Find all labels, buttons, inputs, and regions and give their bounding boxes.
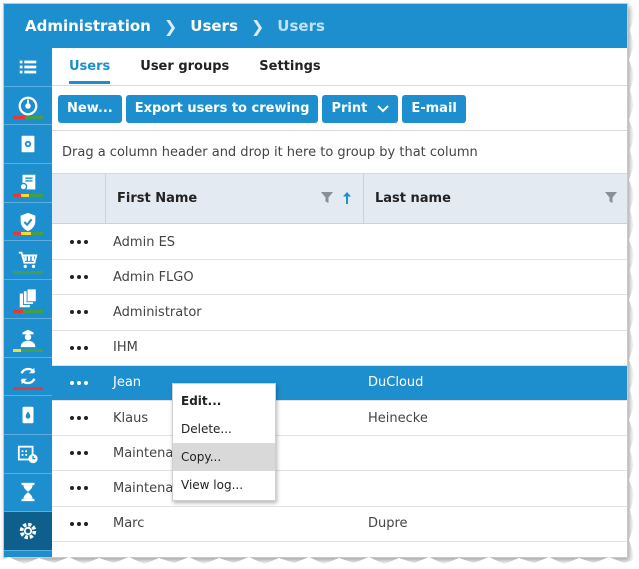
group-by-panel[interactable]: Drag a column header and drop it here to… <box>52 132 627 174</box>
row-menu-icon[interactable] <box>52 486 106 491</box>
breadcrumb-users-current: Users <box>277 17 325 35</box>
cell-last-name: Dupre <box>368 516 408 532</box>
row-menu-icon[interactable] <box>52 416 106 421</box>
row-context-menu: Edit... Delete... Copy... View log... <box>172 383 276 501</box>
breadcrumb: Administration ❯ Users ❯ Users <box>4 4 627 48</box>
sort-ascending-icon[interactable] <box>341 192 353 204</box>
cell-first-name: IHM <box>113 340 138 356</box>
row-menu-icon[interactable] <box>52 451 106 456</box>
tab-users[interactable]: Users <box>69 49 111 84</box>
chevron-right-icon: ❯ <box>250 16 265 36</box>
status-bar <box>13 232 43 236</box>
table-row[interactable]: Admin ES <box>52 225 627 261</box>
sync-icon <box>20 368 36 385</box>
grid-body: Admin ES Admin FLGO Administrator IHM Je… <box>52 225 627 542</box>
filter-icon[interactable] <box>605 192 617 204</box>
context-menu-view-log[interactable]: View log... <box>173 471 275 499</box>
column-header-first-name-label: First Name <box>117 191 198 206</box>
settings-doc-icon <box>21 135 35 153</box>
table-row[interactable]: Admin FLGO <box>52 260 627 296</box>
header-row-menu <box>52 174 106 223</box>
sidebar-item-crew[interactable] <box>4 319 52 358</box>
tab-user-groups[interactable]: User groups <box>140 49 229 84</box>
tab-bar: Users User groups Settings <box>52 48 627 86</box>
cell-first-name: Admin FLGO <box>113 269 194 285</box>
chevron-down-icon <box>377 104 390 112</box>
table-row[interactable]: Administrator <box>52 295 627 331</box>
sidebar-item-synchronization[interactable] <box>4 358 52 397</box>
torn-edge-right <box>629 0 639 569</box>
row-menu-icon[interactable] <box>52 310 106 315</box>
status-bar <box>13 309 43 313</box>
certificate-icon <box>19 174 36 191</box>
breadcrumb-users[interactable]: Users <box>190 17 238 35</box>
column-header-last-name-label: Last name <box>375 191 451 206</box>
breadcrumb-administration[interactable]: Administration <box>25 17 151 35</box>
cell-first-name: Marc <box>113 516 145 532</box>
list-icon <box>19 60 37 74</box>
table-row[interactable]: Maintena <box>52 471 627 507</box>
tab-settings[interactable]: Settings <box>259 49 320 84</box>
sidebar-item-dashboard[interactable] <box>4 87 52 126</box>
print-button[interactable]: Print <box>322 94 399 123</box>
sidebar-item-administration[interactable] <box>4 512 52 551</box>
status-bar <box>13 116 43 120</box>
table-row[interactable]: Klaus Heinecke <box>52 401 627 437</box>
cell-first-name: Administrator <box>113 304 202 320</box>
gauge-icon <box>18 96 38 115</box>
print-button-label: Print <box>331 101 368 116</box>
cell-last-name: Heinecke <box>368 410 428 426</box>
status-bar <box>13 348 43 352</box>
tank-icon <box>22 406 34 424</box>
calendar-clock-icon <box>17 445 38 463</box>
sidebar-item-history[interactable] <box>4 474 52 513</box>
torn-edge-bottom <box>0 557 639 569</box>
cell-first-name: Admin ES <box>113 234 176 250</box>
sidebar-item-planning[interactable] <box>4 435 52 474</box>
sidebar-item-tanks[interactable] <box>4 396 52 435</box>
row-menu-icon[interactable] <box>52 275 106 280</box>
sidebar-item-purchasing[interactable] <box>4 241 52 281</box>
column-header-last-name[interactable]: Last name <box>364 174 627 223</box>
sidebar-item-certificates[interactable] <box>4 164 52 203</box>
row-menu-icon[interactable] <box>52 380 106 385</box>
cart-icon <box>18 252 38 269</box>
table-row[interactable]: Marc Dupre <box>52 507 627 542</box>
group-by-hint: Drag a column header and drop it here to… <box>62 145 478 160</box>
row-menu-icon[interactable] <box>52 345 106 350</box>
sidebar-item-configuration[interactable] <box>4 125 52 165</box>
shield-check-icon <box>20 212 36 231</box>
filter-icon[interactable] <box>321 192 333 204</box>
status-bar <box>13 387 43 391</box>
documents-icon <box>19 288 37 308</box>
table-row[interactable]: Maintena <box>52 436 627 472</box>
sidebar-item-menu[interactable] <box>4 48 52 87</box>
toolbar: New... Export users to crewing Print E-m… <box>52 87 627 131</box>
table-row-selected[interactable]: Jean DuCloud <box>52 365 627 401</box>
status-bar <box>13 271 43 275</box>
row-menu-icon[interactable] <box>52 521 106 526</box>
hourglass-icon <box>21 483 35 502</box>
app-window: Administration ❯ Users ❯ Users Users Use… <box>3 3 628 558</box>
chevron-right-icon: ❯ <box>163 16 178 36</box>
row-menu-icon[interactable] <box>52 240 106 245</box>
cell-last-name: DuCloud <box>368 375 424 391</box>
grid-header: First Name Last name <box>52 174 627 224</box>
export-users-button[interactable]: Export users to crewing <box>125 94 319 123</box>
sidebar-item-documents[interactable] <box>4 280 52 319</box>
context-menu-copy[interactable]: Copy... <box>173 443 275 471</box>
email-button[interactable]: E-mail <box>402 94 466 123</box>
officer-icon <box>20 329 36 347</box>
new-button[interactable]: New... <box>58 94 122 123</box>
column-header-first-name[interactable]: First Name <box>106 174 364 223</box>
context-menu-edit[interactable]: Edit... <box>173 387 275 415</box>
status-bar <box>13 193 43 197</box>
sidebar-item-security[interactable] <box>4 203 52 242</box>
sidebar <box>4 48 52 557</box>
context-menu-delete[interactable]: Delete... <box>173 415 275 443</box>
gear-icon <box>19 522 37 540</box>
table-row[interactable]: IHM <box>52 331 627 366</box>
